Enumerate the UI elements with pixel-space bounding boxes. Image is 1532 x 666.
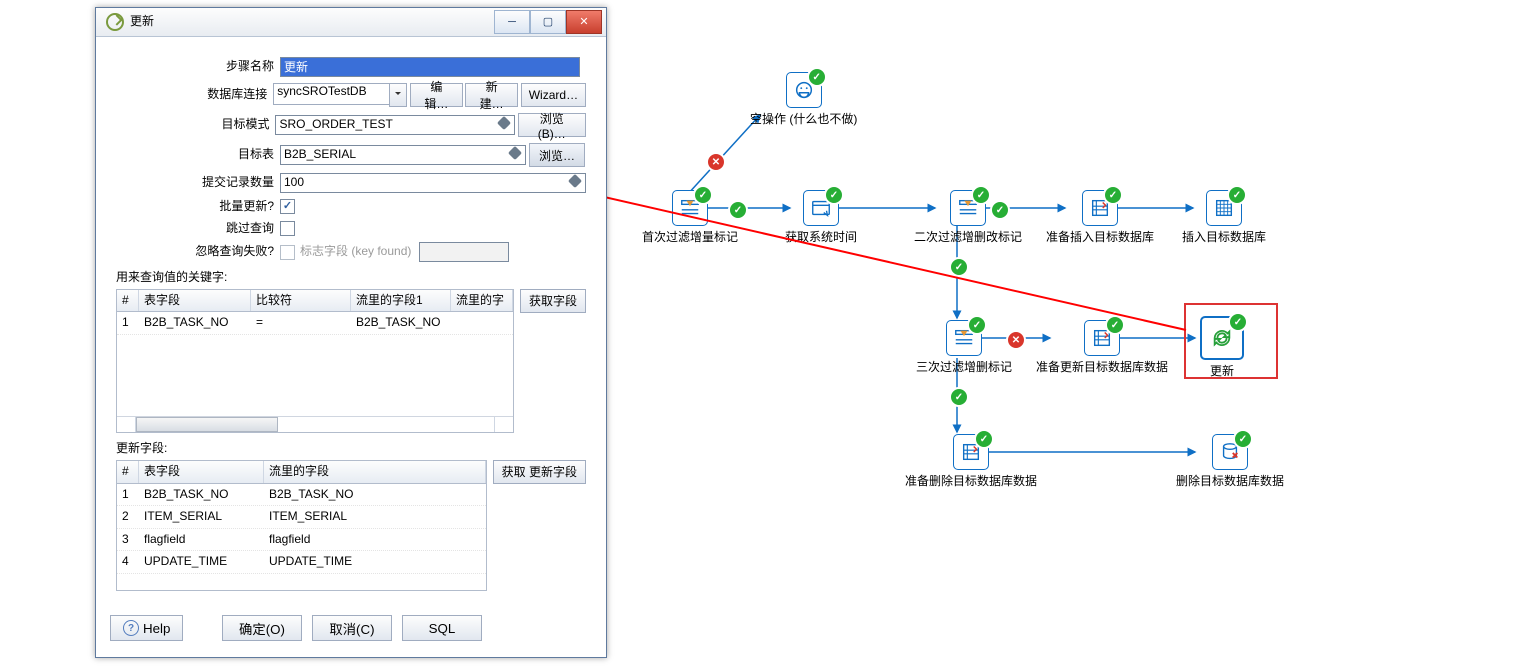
node-upd[interactable]: ✓ 更新 xyxy=(1200,316,1244,380)
dialog-title: 更新 xyxy=(130,14,154,30)
step-label: 步骤名称 xyxy=(116,59,280,75)
keyfield-hint: 标志字段 (key found) xyxy=(300,244,411,260)
ignore-checkbox xyxy=(280,245,295,260)
maximize-button[interactable]: ▢ xyxy=(530,10,566,34)
keys-section-title: 用来查询值的关键字: xyxy=(116,270,586,286)
commit-label: 提交记录数量 xyxy=(116,175,280,191)
table-row[interactable]: 1B2B_TASK_NO=B2B_TASK_NO xyxy=(117,312,513,335)
table-row[interactable]: 1B2B_TASK_NOB2B_TASK_NO xyxy=(117,484,486,507)
path-ok-icon: ✓ xyxy=(949,257,969,277)
table-row[interactable]: 4UPDATE_TIMEUPDATE_TIME xyxy=(117,551,486,574)
update-table-body[interactable]: 1B2B_TASK_NOB2B_TASK_NO2ITEM_SERIALITEM_… xyxy=(117,484,486,590)
node-filter3[interactable]: ✓ 三次过滤增删标记 xyxy=(916,320,1012,376)
node-noop[interactable]: ✓ 空操作 (什么也不做) xyxy=(750,72,857,128)
update-table-header: # 表字段 流里的字段 xyxy=(117,461,486,484)
new-button[interactable]: 新建… xyxy=(465,83,517,107)
node-prepdel[interactable]: ✓ 准备删除目标数据库数据 xyxy=(905,434,1037,490)
wizard-button[interactable]: Wizard… xyxy=(521,83,586,107)
conn-label: 数据库连接 xyxy=(116,87,273,103)
minimize-button[interactable]: ─ xyxy=(494,10,530,34)
browse-schema-button[interactable]: 浏览(B)… xyxy=(518,113,587,137)
help-button[interactable]: ?Help xyxy=(110,615,183,641)
commit-input[interactable]: 100 xyxy=(280,173,586,193)
refresh-icon xyxy=(106,13,124,31)
keyfield-input xyxy=(419,242,509,262)
node-prepins[interactable]: ✓ 准备插入目标数据库 xyxy=(1046,190,1154,246)
title-bar[interactable]: 更新 ─ ▢ ✕ xyxy=(96,8,606,37)
batch-label: 批量更新? xyxy=(116,199,280,215)
node-filter2[interactable]: ✓ 二次过滤增删改标记 xyxy=(914,190,1022,246)
connection-select[interactable]: syncSROTestDB xyxy=(273,83,389,105)
step-name-input[interactable]: 更新 xyxy=(280,57,580,77)
schema-input[interactable]: SRO_ORDER_TEST xyxy=(275,115,514,135)
path-fail-icon: ✕ xyxy=(706,152,726,172)
node-filter1[interactable]: ✓ 首次过滤增量标记 xyxy=(642,190,738,246)
flow-canvas[interactable]: ✕ ✓ ✓ ✓ ✕ ✓ ✓ 空操作 (什么也不做) ✓ 首次过滤增量标记 ✓ 获… xyxy=(620,0,1320,530)
sql-button[interactable]: SQL xyxy=(402,615,482,641)
update-section-title: 更新字段: xyxy=(116,441,586,457)
batch-checkbox[interactable] xyxy=(280,199,295,214)
update-dialog: 更新 ─ ▢ ✕ 步骤名称 更新 数据库连接 syncSROTestDB 编辑…… xyxy=(95,7,607,658)
close-button[interactable]: ✕ xyxy=(566,10,602,34)
skip-checkbox[interactable] xyxy=(280,221,295,236)
get-update-button[interactable]: 获取 更新字段 xyxy=(493,460,586,484)
edit-button[interactable]: 编辑… xyxy=(410,83,462,107)
browse-table-button[interactable]: 浏览… xyxy=(529,143,585,167)
ignore-label: 忽略查询失败? xyxy=(116,244,280,260)
table-label: 目标表 xyxy=(116,147,280,163)
schema-label: 目标模式 xyxy=(116,117,275,133)
skip-label: 跳过查询 xyxy=(116,221,280,237)
cancel-button[interactable]: 取消(C) xyxy=(312,615,392,641)
node-prepupd[interactable]: ✓ 准备更新目标数据库数据 xyxy=(1036,320,1168,376)
keys-table-body[interactable]: 1B2B_TASK_NO=B2B_TASK_NO xyxy=(117,312,513,416)
get-keys-button[interactable]: 获取字段 xyxy=(520,289,586,313)
keys-table-header: # 表字段 比较符 流里的字段1 流里的字 xyxy=(117,290,513,313)
dropdown-icon[interactable] xyxy=(389,83,407,107)
table-input[interactable]: B2B_SERIAL xyxy=(280,145,526,165)
table-row[interactable]: 2ITEM_SERIALITEM_SERIAL xyxy=(117,506,486,529)
node-ins[interactable]: ✓ 插入目标数据库 xyxy=(1182,190,1266,246)
node-gettime[interactable]: ✓ 获取系统时间 xyxy=(785,190,857,246)
path-ok-icon: ✓ xyxy=(949,387,969,407)
ok-button[interactable]: 确定(O) xyxy=(222,615,302,641)
node-del[interactable]: ✓ 删除目标数据库数据 xyxy=(1176,434,1284,490)
dialog-buttons: ?Help 确定(O) 取消(C) SQL xyxy=(110,605,592,651)
table-row[interactable]: 3flagfieldflagfield xyxy=(117,529,486,552)
